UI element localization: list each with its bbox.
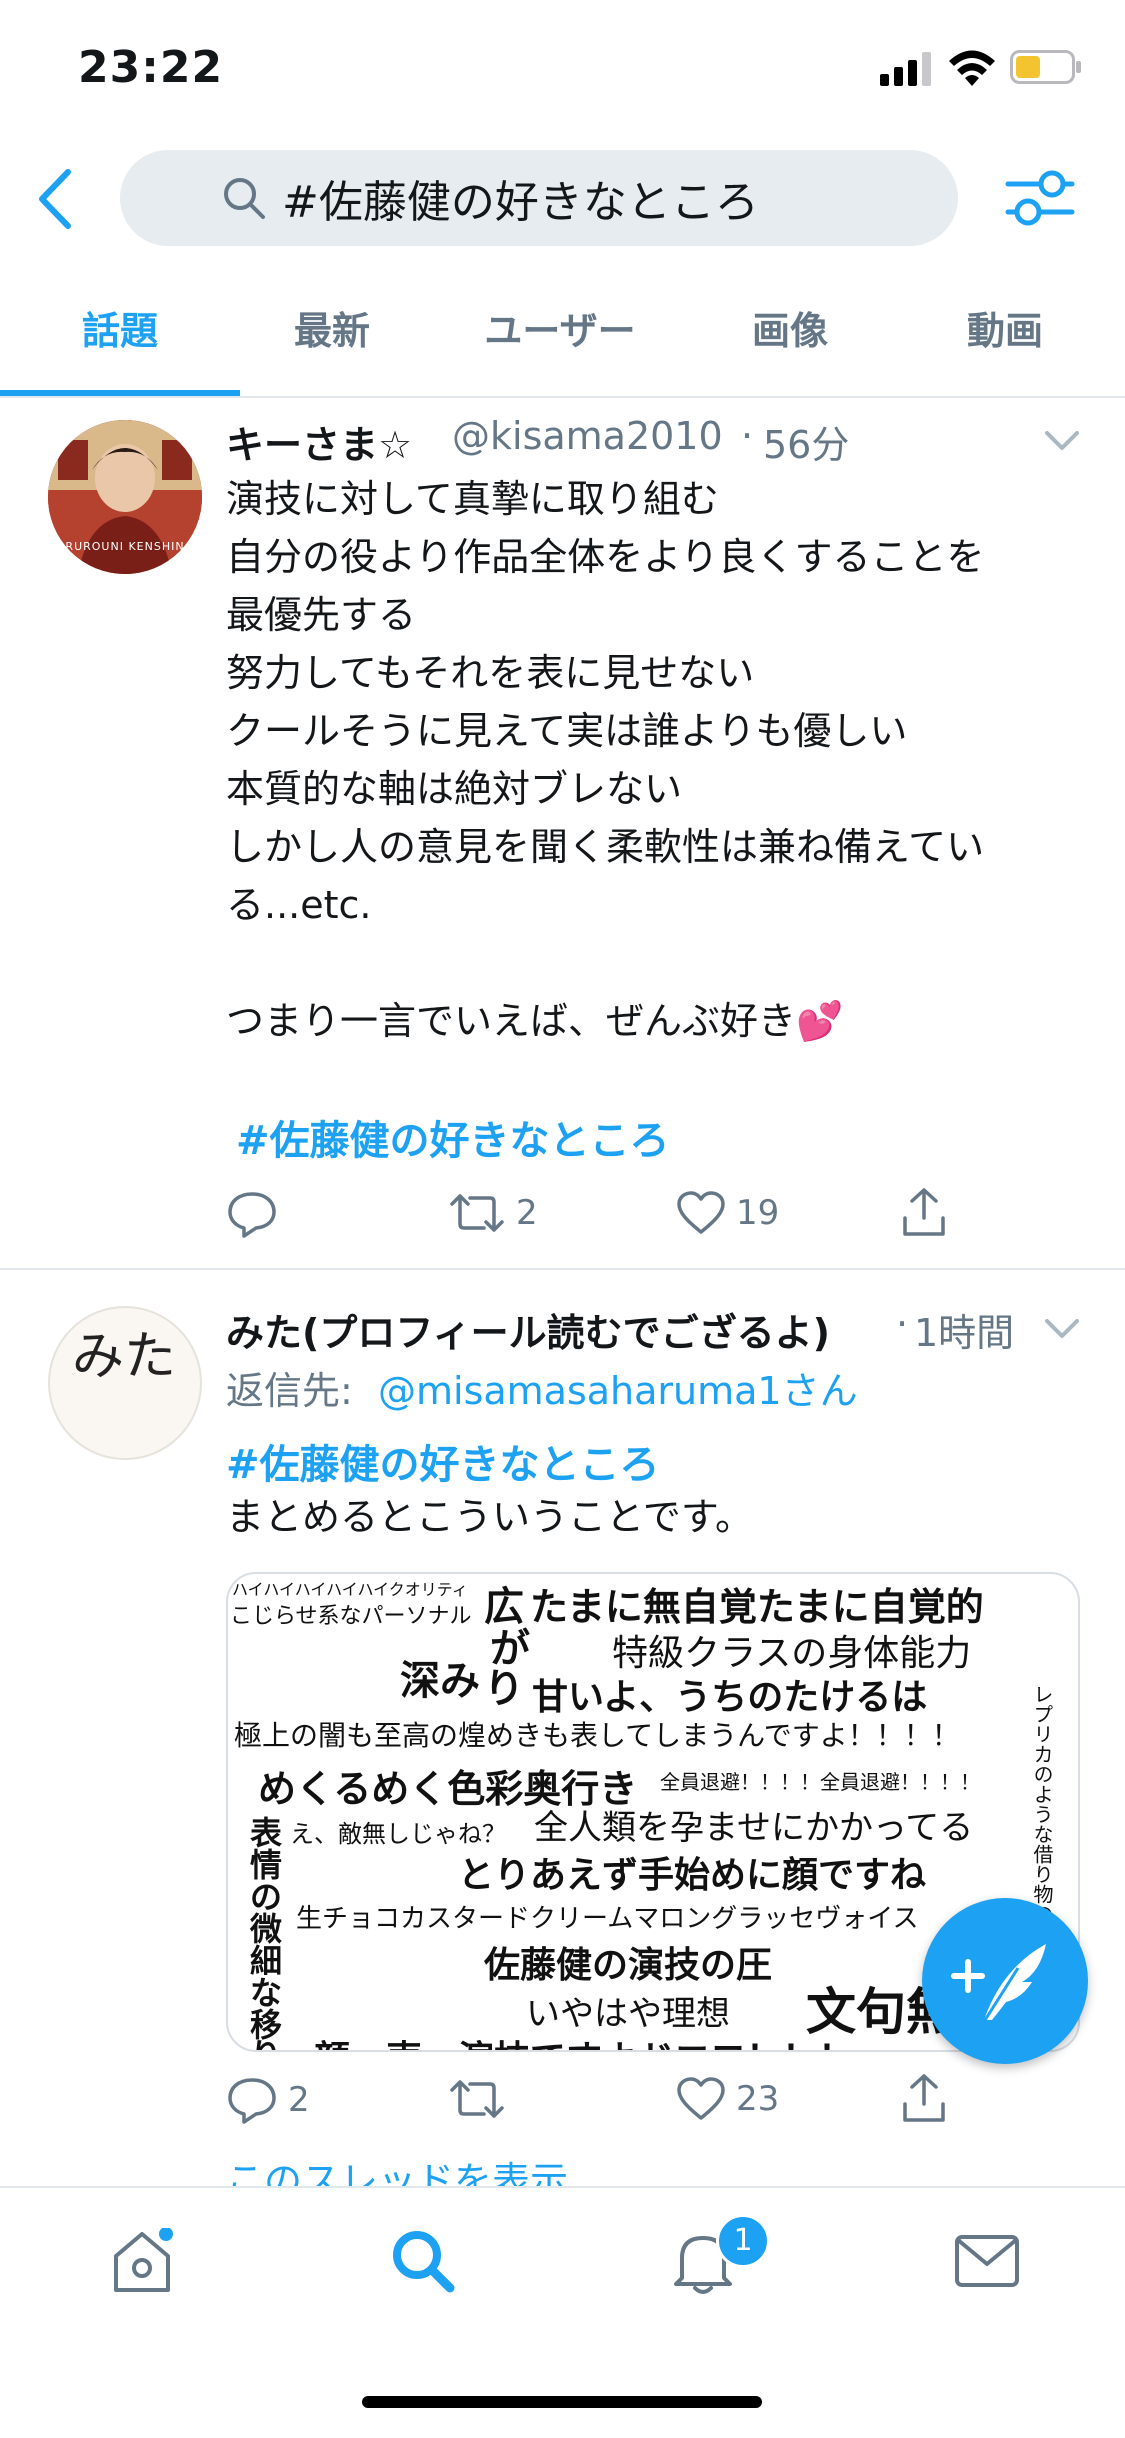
tabs-divider — [0, 396, 1125, 398]
like-count: 19 — [736, 1193, 780, 1233]
home-icon — [114, 2227, 173, 2292]
tab-users[interactable]: ユーザー — [440, 300, 680, 362]
battery-icon — [1010, 50, 1081, 84]
notification-badge: 1 — [716, 2214, 770, 2268]
tab-images[interactable]: 画像 — [690, 300, 890, 362]
filter-settings-icon[interactable] — [1004, 166, 1076, 230]
back-icon[interactable] — [36, 168, 76, 230]
tab-trending[interactable]: 話題 — [0, 300, 240, 362]
tweet-author-handle[interactable]: @kisama2010 — [452, 414, 723, 458]
chevron-down-icon[interactable] — [1044, 1318, 1080, 1340]
share-button[interactable] — [900, 1186, 948, 1238]
avatar[interactable]: RUROUNI KENSHIN — [48, 420, 202, 574]
status-time: 23:22 — [78, 42, 224, 93]
tweet-timestamp: 56分 — [763, 423, 850, 467]
collage-text: 極上の闇も至高の煌めきも表してしまうんですよ！！！！ — [234, 1719, 960, 1752]
heart-icon — [677, 1191, 725, 1234]
collage-text: 深み — [400, 1657, 480, 1704]
collage-text: いやはや理想 — [526, 1994, 730, 2034]
collage-text: 顔・声・演技ですよドエロ！！！ — [314, 2030, 854, 2050]
retweet-button[interactable]: 2 — [448, 1190, 538, 1236]
tweet-hashtag-link[interactable]: #佐藤健の好きなところ — [236, 1108, 670, 1166]
reply-button[interactable]: 2 — [226, 2076, 310, 2124]
reply-count: 2 — [288, 2080, 310, 2120]
tweet-author-name[interactable]: みた(プロフィール読むでござるよ) — [226, 1302, 830, 1357]
retweet-button[interactable] — [448, 2076, 506, 2122]
tweet-hashtag-link[interactable]: #佐藤健の好きなところ — [226, 1432, 660, 1490]
wifi-icon — [949, 50, 995, 86]
share-icon — [903, 1188, 945, 1236]
search-icon — [393, 2231, 455, 2293]
collage-text: たまに無自覚たまに自覚的 — [530, 1584, 984, 1629]
tweet-text: まとめるとこういうことです。 — [226, 1495, 754, 1539]
like-button[interactable]: 19 — [676, 1190, 779, 1236]
reply-button[interactable] — [226, 1190, 278, 1238]
retweet-icon — [450, 2080, 504, 2118]
tweet-text: 演技に対して真摯に取り組む 自分の役より作品全体をより良くすることを 最優先する… — [226, 477, 985, 1043]
reply-to-label: 返信先: — [226, 1369, 353, 1413]
reply-to-user-link[interactable]: @misamasaharuma1さん — [378, 1360, 858, 1415]
tweet-divider — [0, 1268, 1125, 1270]
collage-text: 佐藤健の演技の圧 — [484, 1944, 773, 1986]
heart-icon — [677, 2077, 725, 2120]
avatar-text: みた — [72, 1327, 177, 1387]
nav-messages[interactable] — [954, 2234, 1020, 2292]
reply-icon — [228, 1192, 276, 1238]
collage-text: 生チョコカスタードクリームマロングラッセヴォイス — [296, 1904, 919, 1934]
compose-feather-icon — [951, 1944, 1046, 2029]
collage-text: ハイハイハイハイハイクオリティ — [232, 1580, 468, 1599]
share-icon — [903, 2074, 945, 2122]
mail-icon — [955, 2235, 1019, 2287]
chevron-down-icon[interactable] — [1044, 430, 1080, 452]
search-icon — [224, 178, 265, 219]
collage-text: こじらせ系なパーソナル — [230, 1604, 472, 1629]
avatar[interactable]: みた — [48, 1306, 202, 1460]
signal-icon — [880, 52, 931, 86]
tweet-meta-separator: · — [741, 414, 754, 458]
collage-text: 全人類を孕ませにかかってる — [534, 1808, 974, 1848]
nav-search[interactable] — [388, 2226, 458, 2300]
retweet-icon — [450, 1194, 504, 1232]
collage-text: 全員退避！！！！全員退避！！！！ — [660, 1770, 980, 1794]
collage-text: り — [484, 1665, 524, 1712]
reply-icon — [228, 2078, 276, 2124]
tab-videos[interactable]: 動画 — [905, 300, 1105, 362]
avatar-caption: RUROUNI KENSHIN — [65, 540, 185, 553]
search-query: #佐藤健の好きなところ — [282, 177, 759, 228]
tweet-author-name[interactable]: キーさま☆ — [226, 414, 412, 469]
collage-text: り — [250, 2030, 282, 2050]
collage-text: え、敵無しじゃね？ — [290, 1820, 506, 1848]
tweet-meta-separator: · — [896, 1302, 909, 1346]
tab-latest[interactable]: 最新 — [232, 300, 432, 362]
home-indicator — [362, 2396, 762, 2408]
collage-text: とりあえず手始めに顔ですね — [458, 1854, 927, 1896]
like-button[interactable]: 23 — [676, 2076, 779, 2122]
share-button[interactable] — [900, 2072, 948, 2124]
tweet-timestamp: 1時間 — [914, 1311, 1015, 1355]
like-count: 23 — [736, 2079, 780, 2119]
collage-text: 甘いよ、うちのたけるは — [532, 1676, 928, 1718]
nav-home[interactable] — [110, 2227, 174, 2300]
compose-tweet-button[interactable] — [922, 1898, 1088, 2064]
retweet-count: 2 — [516, 1193, 538, 1233]
